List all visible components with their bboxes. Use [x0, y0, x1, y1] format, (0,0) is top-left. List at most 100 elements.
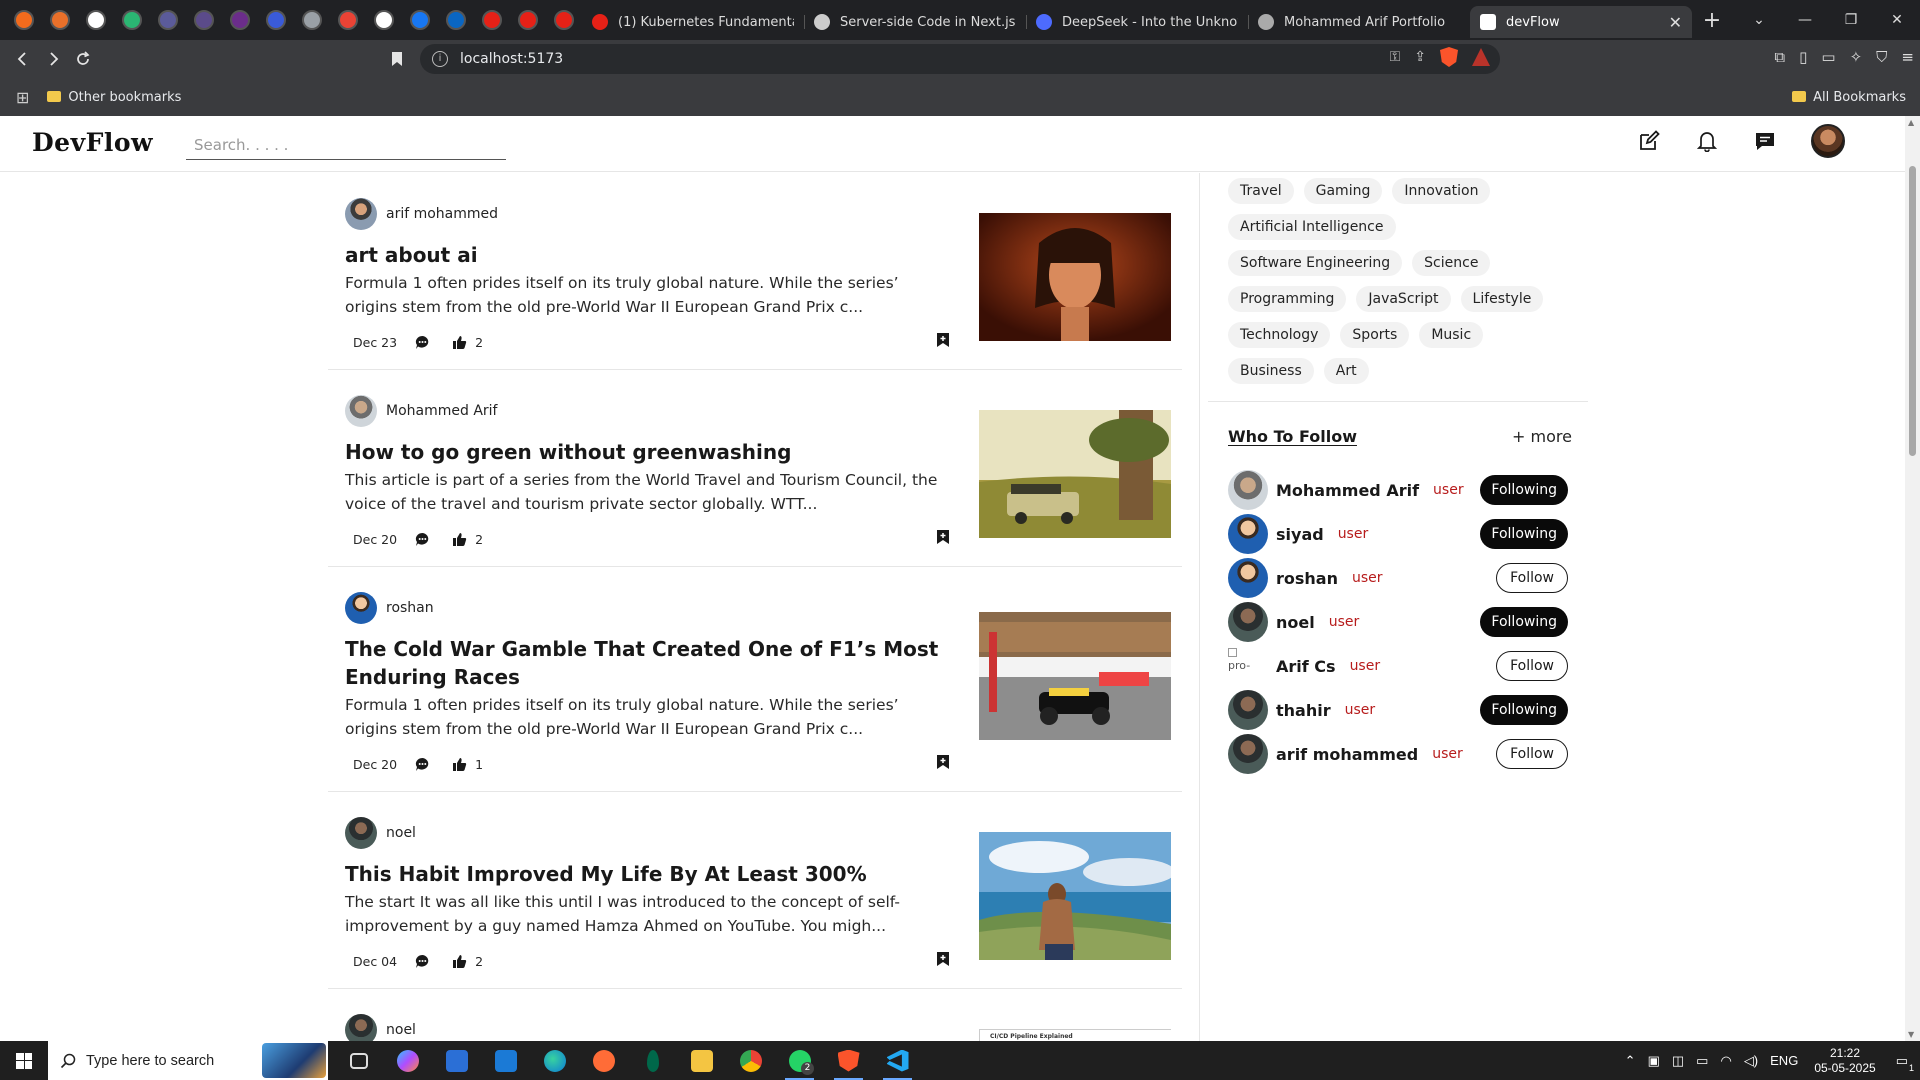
vpn-icon[interactable]: ⛉: [1876, 48, 1887, 66]
topic-chip[interactable]: Innovation: [1392, 178, 1491, 204]
topic-chip[interactable]: Science: [1412, 250, 1491, 276]
post-title[interactable]: This Habit Improved My Life By At Least …: [345, 860, 955, 888]
browser-tab[interactable]: DeepSeek - Into the Unknown: [1026, 6, 1248, 38]
scrollbar-thumb[interactable]: [1909, 166, 1916, 456]
follow-button[interactable]: Follow: [1496, 651, 1568, 681]
user-name[interactable]: Mohammed Arif: [1276, 481, 1419, 500]
like-icon[interactable]: [452, 335, 467, 350]
topic-chip[interactable]: Sports: [1340, 322, 1410, 348]
user-name[interactable]: siyad: [1276, 525, 1324, 544]
pinned-tab[interactable]: [330, 0, 366, 40]
wifi-icon[interactable]: ◠: [1720, 1053, 1731, 1069]
pinned-tab[interactable]: [402, 0, 438, 40]
comment-icon[interactable]: [415, 532, 430, 547]
start-button[interactable]: [0, 1041, 48, 1080]
leo-ai-icon[interactable]: ✧: [1850, 48, 1863, 66]
vscode-icon[interactable]: [873, 1041, 922, 1080]
topic-chip[interactable]: Music: [1419, 322, 1484, 348]
clock[interactable]: 21:22 05-05-2025: [1814, 1046, 1875, 1076]
save-bookmark-icon[interactable]: [936, 951, 950, 971]
brave-icon[interactable]: [824, 1041, 873, 1080]
user-avatar[interactable]: [1228, 602, 1268, 642]
topic-chip[interactable]: Art: [1323, 358, 1369, 384]
camera-icon[interactable]: ◫: [1672, 1053, 1684, 1069]
user-name[interactable]: noel: [1276, 613, 1315, 632]
user-name[interactable]: thahir: [1276, 701, 1331, 720]
brave-shields-icon[interactable]: [1440, 47, 1458, 67]
volume-icon[interactable]: ◁): [1744, 1053, 1758, 1069]
user-name[interactable]: Arif Cs: [1276, 657, 1336, 676]
post-author[interactable]: roshan: [345, 592, 434, 624]
post-author[interactable]: noel: [345, 817, 416, 849]
taskbar-search[interactable]: Type here to search: [48, 1041, 328, 1080]
chrome-icon[interactable]: [726, 1041, 775, 1080]
post-thumbnail[interactable]: [979, 832, 1175, 960]
post-author[interactable]: Mohammed Arif: [345, 395, 497, 427]
like-icon[interactable]: [452, 954, 467, 969]
wallet-icon[interactable]: ▭: [1821, 48, 1835, 66]
meet-icon[interactable]: ▣: [1648, 1053, 1660, 1069]
close-tab-icon[interactable]: ✕: [1669, 13, 1682, 32]
pinned-tab[interactable]: [78, 0, 114, 40]
reload-icon[interactable]: [68, 44, 98, 74]
topic-chip[interactable]: Gaming: [1303, 178, 1383, 204]
like-icon[interactable]: [452, 757, 467, 772]
task-view-icon[interactable]: [334, 1041, 383, 1080]
pinned-tab[interactable]: [438, 0, 474, 40]
address-bar[interactable]: i localhost:5173 ⚿ ⇪ 1: [420, 44, 1500, 74]
comment-icon[interactable]: [415, 335, 430, 350]
topic-chip[interactable]: Artificial Intelligence: [1228, 214, 1396, 240]
post-title[interactable]: The Cold War Gamble That Created One of …: [345, 635, 955, 691]
bookmark-page-icon[interactable]: [382, 44, 412, 74]
pinned-tab[interactable]: [546, 0, 582, 40]
page-scrollbar[interactable]: ▲ ▼: [1905, 116, 1920, 1041]
save-bookmark-icon[interactable]: [936, 754, 950, 774]
save-bookmark-icon[interactable]: [936, 529, 950, 549]
save-bookmark-icon[interactable]: [936, 332, 950, 352]
search-input[interactable]: Search. . . . .: [186, 130, 506, 160]
brave-rewards-icon[interactable]: 1: [1472, 48, 1490, 66]
post-thumbnail[interactable]: CI/CD Pipeline Explained: [979, 1029, 1171, 1041]
pinned-tab[interactable]: [42, 0, 78, 40]
following-button[interactable]: Following: [1480, 475, 1568, 505]
topic-chip[interactable]: Business: [1228, 358, 1314, 384]
tab-search-icon[interactable]: ⌄: [1736, 12, 1782, 28]
following-button[interactable]: Following: [1480, 519, 1568, 549]
scroll-up-arrow[interactable]: ▲: [1908, 118, 1917, 127]
post-thumbnail[interactable]: [979, 612, 1171, 740]
post-title[interactable]: art about ai: [345, 241, 955, 269]
user-avatar[interactable]: [1228, 690, 1268, 730]
follow-button[interactable]: Follow: [1496, 739, 1568, 769]
copilot-icon[interactable]: [383, 1041, 432, 1080]
app-logo[interactable]: DevFlow: [32, 128, 153, 157]
write-icon[interactable]: [1637, 129, 1661, 153]
pinned-tab[interactable]: [150, 0, 186, 40]
store-icon[interactable]: [432, 1041, 481, 1080]
back-icon[interactable]: [8, 44, 38, 74]
pinned-tab[interactable]: [510, 0, 546, 40]
post-author[interactable]: noel: [345, 1014, 416, 1041]
pinned-tab[interactable]: [366, 0, 402, 40]
edge-icon[interactable]: [530, 1041, 579, 1080]
following-button[interactable]: Following: [1480, 607, 1568, 637]
user-avatar[interactable]: [1228, 470, 1268, 510]
comment-icon[interactable]: [415, 954, 430, 969]
topic-chip[interactable]: Travel: [1228, 178, 1294, 204]
post-title[interactable]: How to go green without greenwashing: [345, 438, 955, 466]
site-info-icon[interactable]: i: [432, 51, 448, 67]
follow-button[interactable]: Follow: [1496, 563, 1568, 593]
post-card[interactable]: arif mohammed art about ai Formula 1 often…: [328, 173, 1182, 370]
pinned-tab[interactable]: [186, 0, 222, 40]
post-thumbnail[interactable]: [979, 213, 1171, 341]
share-icon[interactable]: ⇪: [1414, 49, 1426, 65]
browser-tab[interactable]: (1) Kubernetes Fundamental Co: [582, 6, 804, 38]
whatsapp-icon[interactable]: 2: [775, 1041, 824, 1080]
pinned-tab[interactable]: [294, 0, 330, 40]
user-avatar[interactable]: [1811, 124, 1845, 158]
notification-center-icon[interactable]: ▭ 1: [1896, 1053, 1914, 1073]
browser-tab[interactable]: devFlow ✕: [1470, 6, 1692, 38]
menu-icon[interactable]: ≡: [1901, 48, 1914, 66]
extensions-icon[interactable]: ⧉: [1774, 48, 1785, 66]
pinned-tab[interactable]: [6, 0, 42, 40]
topic-chip[interactable]: Lifestyle: [1460, 286, 1544, 312]
